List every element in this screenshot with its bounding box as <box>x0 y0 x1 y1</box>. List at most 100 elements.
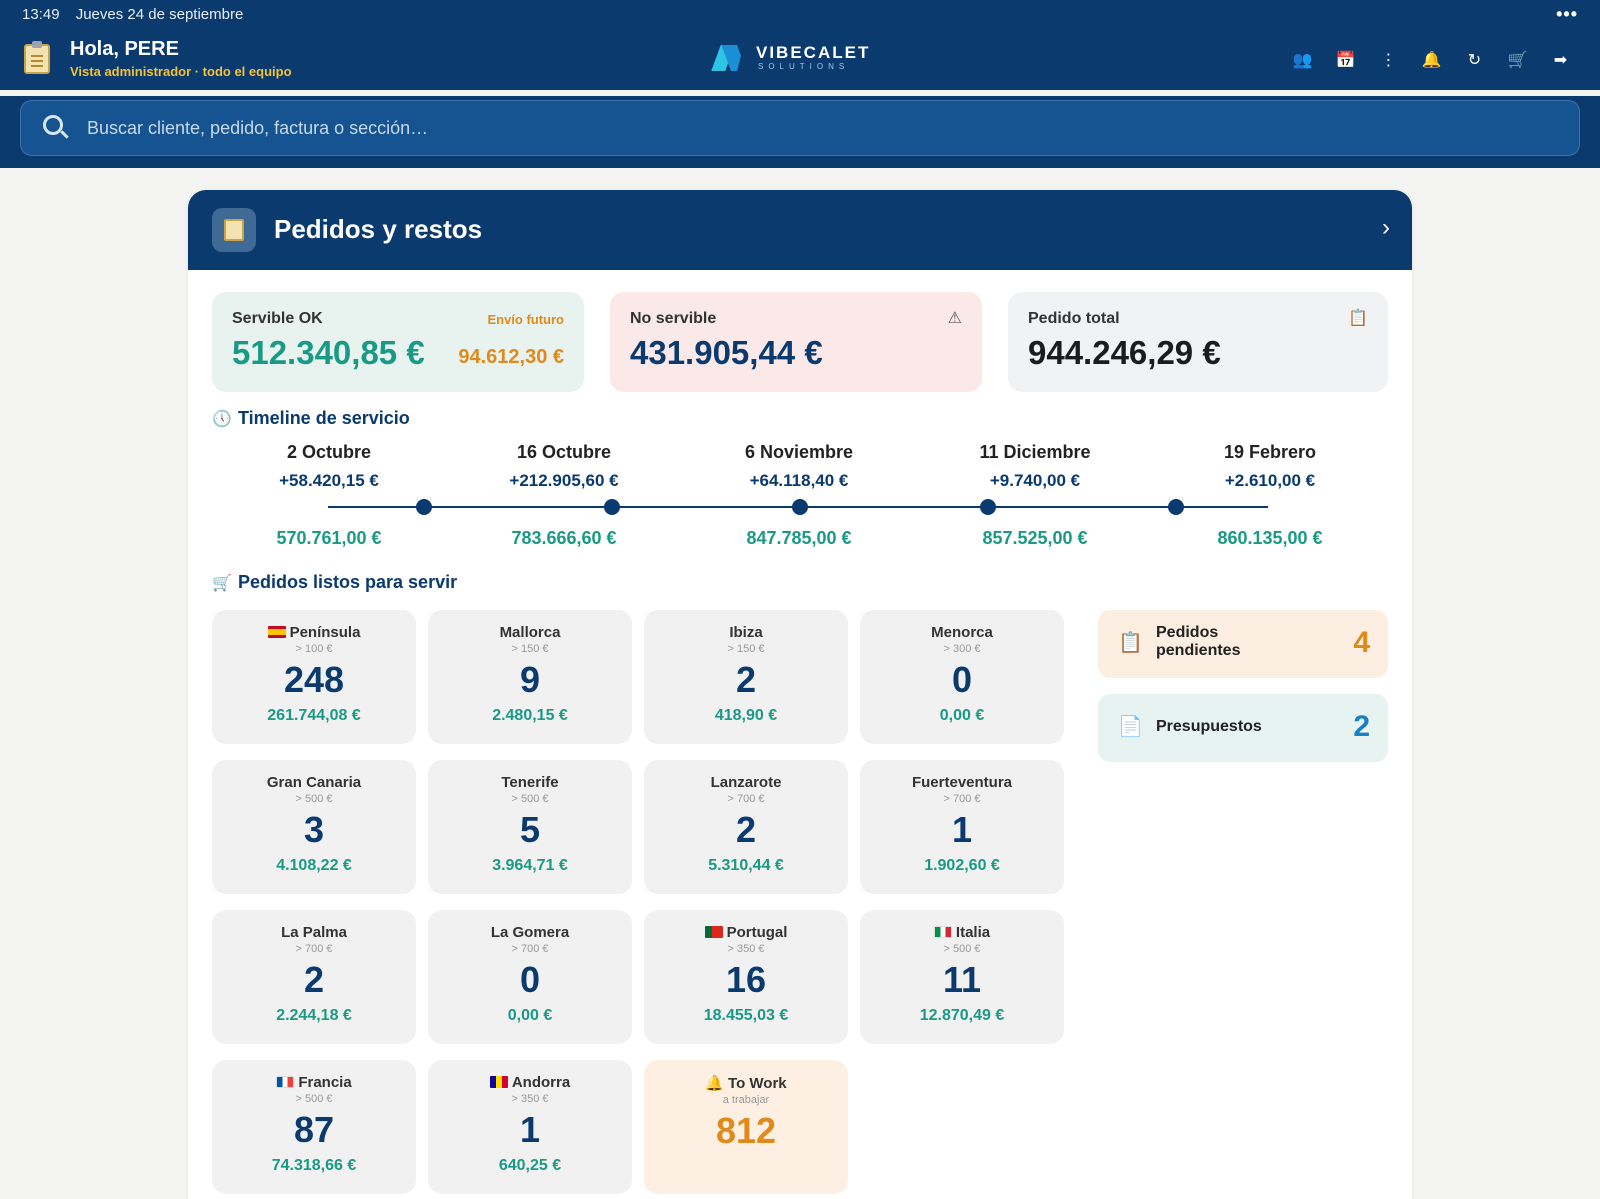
region-name: Gran Canaria <box>266 774 362 791</box>
summary-total[interactable]: Pedido total 944.246,29 € 📋 <box>1008 292 1388 392</box>
view-subtitle: Vista administrador · todo el equipo <box>70 64 292 79</box>
region-name: Tenerife <box>501 774 559 791</box>
total-value: 944.246,29 € <box>1028 334 1221 371</box>
region-name: Ibiza <box>729 624 763 641</box>
region-tile-peninsula[interactable]: Península > 100 € 248 261.744,08 € <box>212 610 416 744</box>
region-amount: 1.902,60 € <box>924 857 1000 874</box>
bell-icon[interactable]: 🔔 <box>1410 48 1453 72</box>
region-tile-menorca[interactable]: Menorca > 300 € 0 0,00 € <box>860 610 1064 744</box>
region-count: 11 <box>942 959 982 1000</box>
servible-label: Servible OK <box>232 310 323 327</box>
summary-no-servible[interactable]: No servible 431.905,44 € ⚠ <box>610 292 982 392</box>
chevron-right-icon[interactable]: › <box>1382 214 1390 242</box>
timeline-title: 🕔 Timeline de servicio <box>212 408 410 429</box>
timeline-point: 19 Febrero +2.610,00 € <box>1170 442 1370 491</box>
region-tile-tenerife[interactable]: Tenerife > 500 € 5 3.964,71 € <box>428 760 632 894</box>
cart-icon[interactable]: 🛒 <box>1496 48 1539 72</box>
users-icon[interactable]: 👥 <box>1281 48 1324 72</box>
region-amount: 640,25 € <box>498 1157 562 1174</box>
region-tile-andorra[interactable]: Andorra > 350 € 1 640,25 € <box>428 1060 632 1194</box>
region-count: 3 <box>303 809 325 850</box>
region-tile-portugal[interactable]: Portugal > 350 € 16 18.455,03 € <box>644 910 848 1044</box>
status-time: 13:49 <box>22 6 60 23</box>
clipboard-icon: 📋 <box>1118 632 1143 654</box>
region-amount: 5.310,44 € <box>708 857 784 874</box>
region-count: 87 <box>293 1109 335 1150</box>
search-icon <box>43 115 63 135</box>
region-amount: 0,00 € <box>507 1007 553 1024</box>
to-work-tile[interactable]: 🔔 To Work a trabajar 812 <box>644 1060 848 1194</box>
region-name-text: Italia <box>955 924 991 941</box>
timeline-total: 847.785,00 € <box>746 528 852 548</box>
region-count: 0 <box>951 659 973 700</box>
timeline-delta: +2.610,00 € <box>1224 471 1316 490</box>
region-min: > 700 € <box>727 793 765 805</box>
region-amount: 261.744,08 € <box>267 707 361 724</box>
region-name: Menorca <box>931 624 993 641</box>
region-name: Lanzarote <box>710 774 782 791</box>
region-name: Península <box>212 624 416 641</box>
search-box[interactable] <box>20 100 1580 156</box>
timeline-total: 860.135,00 € <box>1217 528 1323 548</box>
region-tile-gran-canaria[interactable]: Gran Canaria > 500 € 3 4.108,22 € <box>212 760 416 894</box>
panel-title: Pedidos y restos <box>274 214 483 244</box>
region-amount: 0,00 € <box>939 707 985 724</box>
document-icon: 📄 <box>1118 716 1143 738</box>
refresh-icon[interactable]: ↻ <box>1453 48 1496 72</box>
region-tile-francia[interactable]: Francia > 500 € 87 74.318,66 € <box>212 1060 416 1194</box>
region-tile-la-gomera[interactable]: La Gomera > 700 € 0 0,00 € <box>428 910 632 1044</box>
total-label: Pedido total <box>1028 310 1120 327</box>
future-label: Envío futuro <box>487 312 564 327</box>
timeline-point: 6 Noviembre +64.118,40 € <box>699 442 899 491</box>
timeline-date: 2 Octubre <box>286 442 372 462</box>
region-min: > 350 € <box>727 943 765 955</box>
region-min: > 150 € <box>511 643 549 655</box>
region-amount: 2.244,18 € <box>276 1007 352 1024</box>
search-input[interactable] <box>87 101 1567 155</box>
region-tile-italia[interactable]: Italia > 500 € 11 12.870,49 € <box>860 910 1064 1044</box>
clipboard-icon <box>24 41 50 74</box>
brand-logo[interactable]: VIBECALET SOLUTIONS <box>711 44 870 71</box>
spain-flag-icon <box>267 626 286 638</box>
budgets-label: Presupuestos <box>1156 718 1262 735</box>
andorra-flag-icon <box>489 1076 508 1088</box>
region-min: > 500 € <box>295 793 333 805</box>
region-tile-lanzarote[interactable]: Lanzarote > 700 € 2 5.310,44 € <box>644 760 848 894</box>
region-name: Andorra <box>428 1074 632 1091</box>
greeting: Hola, PERE <box>70 38 179 60</box>
more-vertical-icon[interactable]: ⋮ <box>1367 48 1410 72</box>
status-menu-icon[interactable]: ••• <box>1556 4 1578 25</box>
region-name: Italia <box>860 924 1064 941</box>
panel-header[interactable]: Pedidos y restos › <box>188 190 1412 270</box>
summary-servible[interactable]: Servible OK 512.340,85 € Envío futuro 94… <box>212 292 584 392</box>
region-min: > 100 € <box>295 643 333 655</box>
timeline-total: 783.666,60 € <box>511 528 617 548</box>
region-tile-ibiza[interactable]: Ibiza > 150 € 2 418,90 € <box>644 610 848 744</box>
region-name: La Gomera <box>490 924 570 941</box>
region-count: 0 <box>519 959 541 1000</box>
region-min: > 500 € <box>295 1093 333 1105</box>
region-amount: 74.318,66 € <box>271 1157 357 1174</box>
region-count: 812 <box>715 1110 777 1151</box>
region-amount: 18.455,03 € <box>703 1007 789 1024</box>
region-count: 9 <box>519 659 541 700</box>
calendar-icon[interactable]: 📅 <box>1324 48 1367 72</box>
status-bar: 13:49 Jueves 24 de septiembre <box>22 6 255 23</box>
logout-icon[interactable]: ➡ <box>1539 48 1582 72</box>
france-flag-icon <box>276 1076 295 1088</box>
region-tile-mallorca[interactable]: Mallorca > 150 € 9 2.480,15 € <box>428 610 632 744</box>
region-name-text: Francia <box>298 1074 352 1091</box>
timeline-dot <box>980 499 996 515</box>
pending-orders-card[interactable]: 📋 Pedidos pendientes 4 <box>1098 610 1388 678</box>
timeline-dot <box>792 499 808 515</box>
brand-subtitle: SOLUTIONS <box>758 62 850 71</box>
region-count: 248 <box>283 659 345 700</box>
region-tile-la-palma[interactable]: La Palma > 700 € 2 2.244,18 € <box>212 910 416 1044</box>
cart-icon: 🛒 <box>212 575 232 592</box>
budgets-card[interactable]: 📄 Presupuestos 2 <box>1098 694 1388 762</box>
region-count: 2 <box>303 959 325 1000</box>
region-tile-fuerteventura[interactable]: Fuerteventura > 700 € 1 1.902,60 € <box>860 760 1064 894</box>
region-min: > 700 € <box>943 793 981 805</box>
future-value: 94.612,30 € <box>458 346 564 368</box>
timeline-date: 19 Febrero <box>1223 442 1317 462</box>
